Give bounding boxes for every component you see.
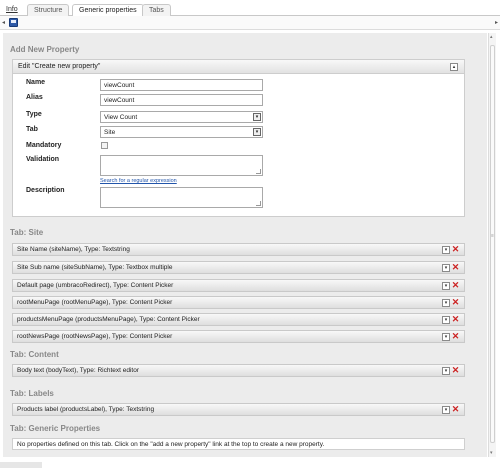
- property-row: productsMenuPage (productsMenuPage), Typ…: [12, 313, 465, 326]
- tab-strip: Info Structure Generic properties Tabs: [0, 0, 500, 17]
- mandatory-label: Mandatory: [26, 142, 62, 149]
- scroll-right-icon[interactable]: ▸: [495, 19, 498, 26]
- vertical-scrollbar[interactable]: ▴ ≡ ▾: [488, 33, 496, 457]
- chevron-down-icon: ▾: [253, 128, 261, 136]
- edit-icon[interactable]: ▾: [442, 264, 450, 272]
- add-property-title: Add New Property: [10, 45, 80, 54]
- mandatory-checkbox[interactable]: [101, 142, 108, 149]
- property-row: Site Name (siteName), Type: Textstring ▾…: [12, 243, 465, 256]
- property-row-label: rootMenuPage (rootMenuPage), Type: Conte…: [17, 299, 173, 306]
- toolbar: ◂ ▸: [0, 16, 500, 30]
- generic-group-title: Tab: Generic Properties: [10, 424, 101, 433]
- edit-icon[interactable]: ▾: [442, 299, 450, 307]
- delete-icon[interactable]: ✕: [451, 281, 460, 290]
- tab-label: Tab: [26, 126, 38, 133]
- description-label: Description: [26, 187, 65, 194]
- save-icon[interactable]: [9, 18, 18, 27]
- property-row-label: Site Sub name (siteSubName), Type: Textb…: [17, 264, 173, 271]
- property-row: rootNewsPage (rootNewsPage), Type: Conte…: [12, 330, 465, 343]
- add-property-box-header: Edit "Create new property": [13, 60, 464, 74]
- property-row: rootMenuPage (rootMenuPage), Type: Conte…: [12, 296, 465, 309]
- delete-icon[interactable]: ✕: [451, 298, 460, 307]
- labels-group-title: Tab: Labels: [10, 389, 54, 398]
- delete-icon[interactable]: ✕: [451, 315, 460, 324]
- validation-label: Validation: [26, 156, 60, 163]
- description-field[interactable]: [100, 187, 263, 208]
- property-row-label: Default page (umbracoRedirect), Type: Co…: [17, 282, 174, 289]
- collapse-icon[interactable]: ▴: [450, 63, 458, 71]
- property-row-label: Body text (bodyText), Type: Richtext edi…: [17, 367, 139, 374]
- type-label: Type: [26, 111, 42, 118]
- delete-icon[interactable]: ✕: [451, 405, 460, 414]
- scroll-up-icon[interactable]: ▴: [490, 34, 493, 40]
- scrollbar-thumb[interactable]: [490, 45, 495, 443]
- site-group-title: Tab: Site: [10, 228, 44, 237]
- edit-icon[interactable]: ▾: [442, 406, 450, 414]
- property-row-label: Products label (productsLabel), Type: Te…: [17, 406, 155, 413]
- property-row: Body text (bodyText), Type: Richtext edi…: [12, 364, 465, 377]
- property-row: Site Sub name (siteSubName), Type: Textb…: [12, 261, 465, 274]
- property-row-label: productsMenuPage (productsMenuPage), Typ…: [17, 316, 200, 323]
- grip-icon: ≡: [491, 233, 494, 239]
- tab-tabs[interactable]: Tabs: [142, 4, 171, 16]
- tab-structure[interactable]: Structure: [27, 4, 70, 16]
- validation-field[interactable]: [100, 155, 263, 176]
- edit-icon[interactable]: ▾: [442, 367, 450, 375]
- footer-bar: [0, 462, 42, 468]
- empty-tab-notice: No properties defined on this tab. Click…: [12, 438, 465, 450]
- edit-icon[interactable]: ▾: [442, 316, 450, 324]
- type-select[interactable]: View Count ▾: [100, 111, 263, 123]
- edit-icon[interactable]: ▾: [442, 246, 450, 254]
- edit-icon[interactable]: ▾: [442, 333, 450, 341]
- property-row-label: rootNewsPage (rootNewsPage), Type: Conte…: [17, 333, 173, 340]
- content-group-title: Tab: Content: [10, 350, 59, 359]
- tab-info[interactable]: Info: [2, 4, 22, 16]
- tab-select[interactable]: Site ▾: [100, 126, 263, 138]
- delete-icon[interactable]: ✕: [451, 263, 460, 272]
- delete-icon[interactable]: ✕: [451, 332, 460, 341]
- type-select-value: View Count: [104, 114, 138, 121]
- add-property-box: Edit "Create new property" ▴ Name viewCo…: [12, 59, 465, 217]
- edit-icon[interactable]: ▾: [442, 282, 450, 290]
- alias-field[interactable]: viewCount: [100, 94, 263, 106]
- scroll-down-icon[interactable]: ▾: [490, 450, 493, 456]
- alias-label: Alias: [26, 94, 43, 101]
- name-field[interactable]: viewCount: [100, 79, 263, 91]
- delete-icon[interactable]: ✕: [451, 245, 460, 254]
- scroll-left-icon[interactable]: ◂: [2, 19, 5, 26]
- chevron-down-icon: ▾: [253, 113, 261, 121]
- delete-icon[interactable]: ✕: [451, 366, 460, 375]
- property-row: Default page (umbracoRedirect), Type: Co…: [12, 279, 465, 292]
- regex-search-link[interactable]: Search for a regular expression: [100, 178, 177, 184]
- properties-panel: Add New Property Edit "Create new proper…: [3, 33, 487, 457]
- property-row-label: Site Name (siteName), Type: Textstring: [17, 246, 130, 253]
- property-row: Products label (productsLabel), Type: Te…: [12, 403, 465, 416]
- add-property-box-title: Edit "Create new property": [18, 63, 101, 70]
- name-label: Name: [26, 79, 46, 86]
- tab-select-value: Site: [104, 129, 116, 136]
